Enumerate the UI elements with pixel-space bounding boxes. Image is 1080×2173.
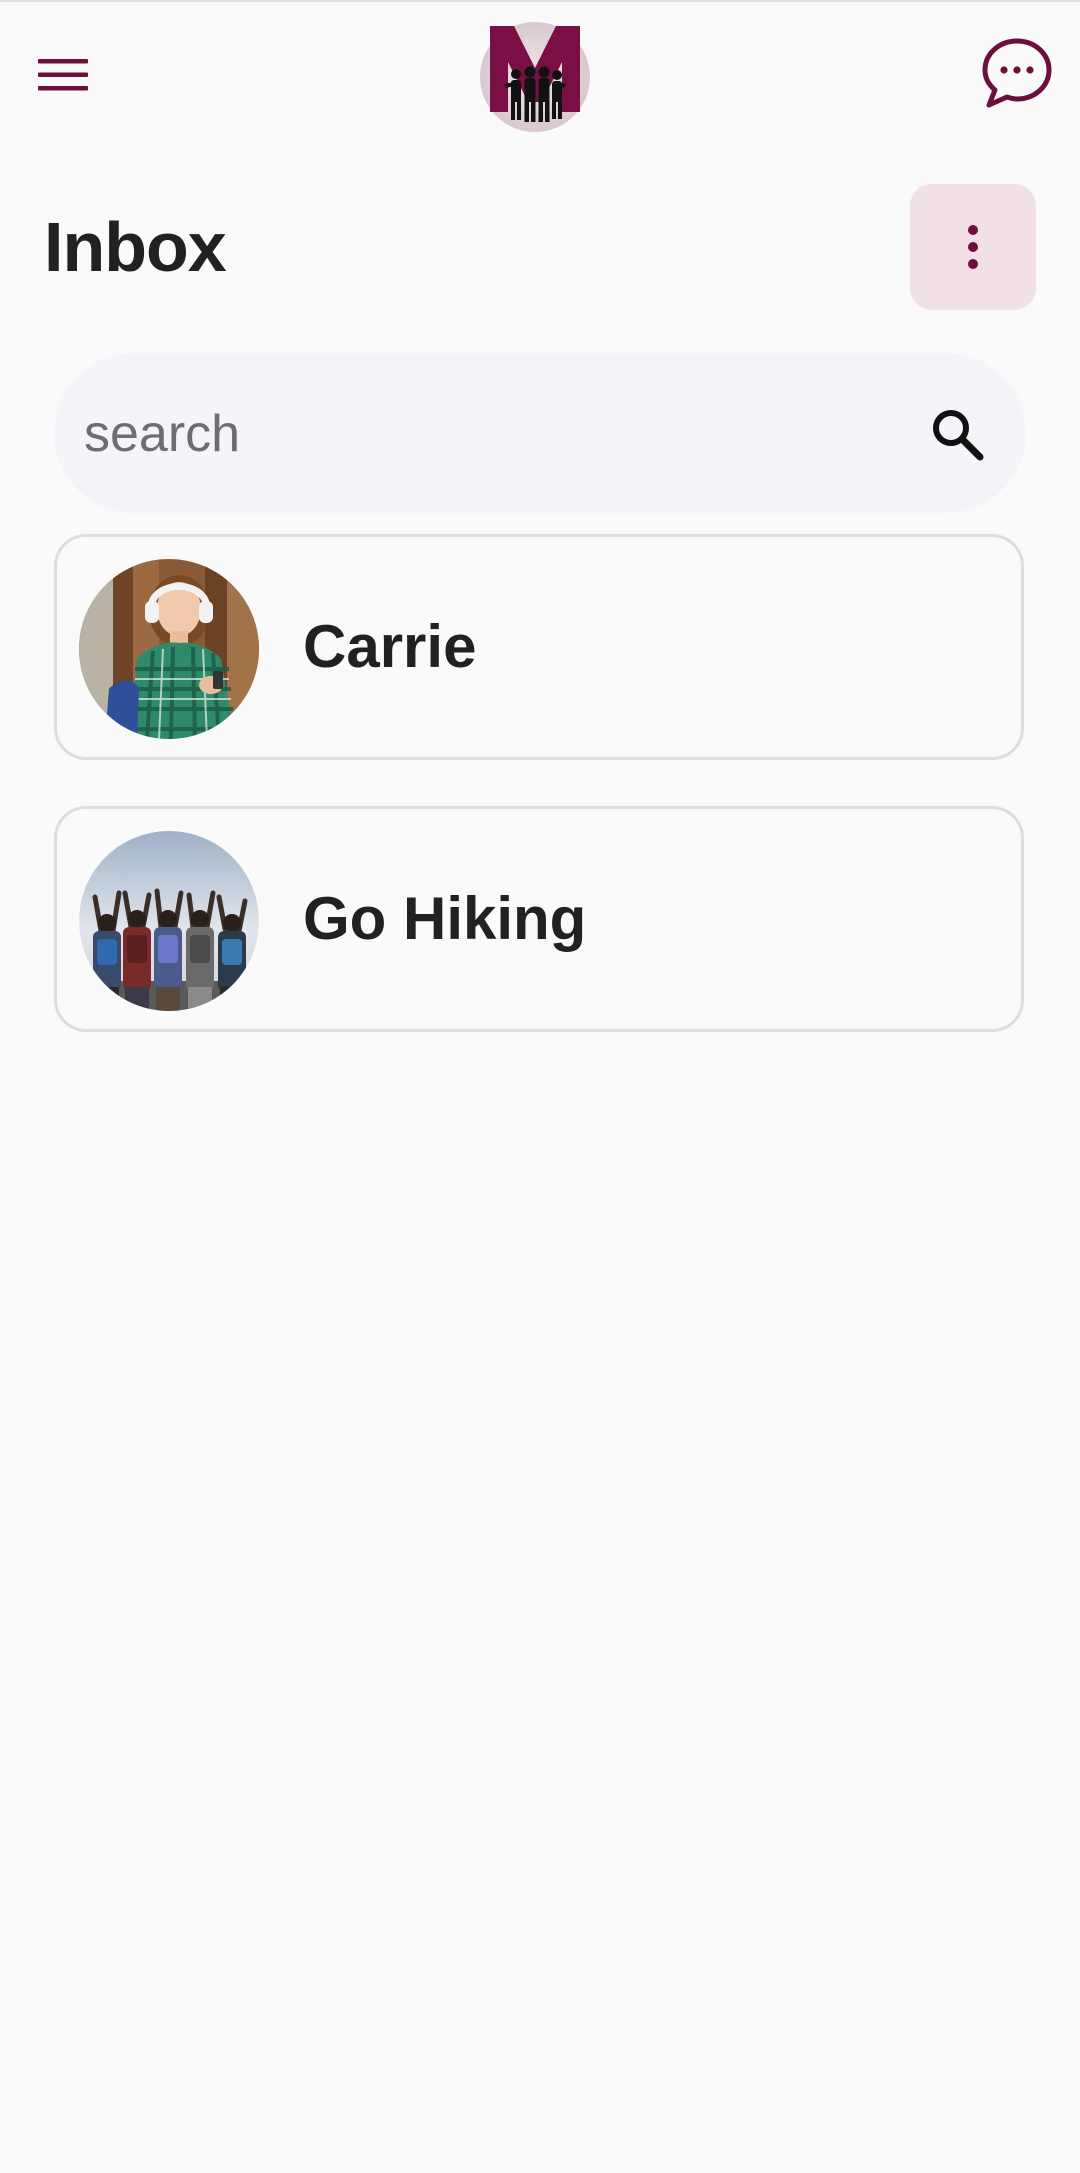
chat-bubble-dots-icon	[982, 38, 1052, 108]
app-logo[interactable]	[480, 22, 590, 132]
page-title: Inbox	[44, 208, 227, 286]
avatar	[79, 831, 259, 1011]
top-app-bar	[0, 2, 1080, 152]
conversation-name: Carrie	[303, 613, 477, 680]
search-input[interactable]	[82, 353, 906, 515]
hamburger-menu-icon	[38, 59, 88, 91]
search-bar	[54, 353, 1026, 515]
inbox-screen: Inbox search Carrie Go Hiking	[0, 0, 1080, 2173]
avatar	[79, 559, 259, 739]
chat-button[interactable]	[978, 34, 1056, 112]
search-icon[interactable]	[928, 405, 988, 465]
avatar-photo-hikers	[79, 831, 259, 1011]
conversation-item[interactable]: Go Hiking	[54, 806, 1024, 1032]
conversation-item[interactable]: Carrie	[54, 534, 1024, 760]
vertical-dots-icon	[968, 225, 978, 269]
more-options-button[interactable]	[910, 184, 1036, 310]
menu-button[interactable]	[30, 42, 96, 108]
conversation-name: Go Hiking	[303, 885, 587, 952]
app-logo-icon	[490, 26, 580, 122]
avatar-photo-girl	[79, 559, 259, 739]
